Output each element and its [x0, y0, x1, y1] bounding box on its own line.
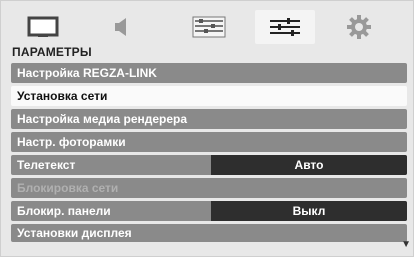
menu-item-label: Блокир. панели	[17, 204, 111, 218]
section-title: ПАРАМЕТРЫ	[12, 45, 92, 59]
picture-icon	[27, 16, 59, 37]
menu-item-panel-lock[interactable]: Блокир. панели Выкл	[11, 201, 407, 221]
menu-item-label: Настройка REGZA-LINK	[17, 66, 157, 80]
teletext-value[interactable]: Авто	[211, 155, 407, 175]
menu-item-teletext[interactable]: Телетекст Авто	[11, 155, 407, 175]
sound-icon	[115, 18, 126, 36]
menu-item-label: Блокировка сети	[17, 181, 119, 195]
preferences-icon	[192, 16, 226, 38]
menu-item-network-setup[interactable]: Установка сети	[11, 86, 407, 106]
menu-item-network-lock: Блокировка сети	[11, 178, 407, 198]
menu-tabs	[13, 7, 407, 47]
menu-item-photo-frame[interactable]: Настр. фоторамки	[11, 132, 407, 152]
menu-item-label: Установка сети	[17, 89, 108, 103]
menu-item-media-renderer[interactable]: Настройка медиа рендерера	[11, 109, 407, 129]
tab-setup[interactable]	[255, 10, 315, 44]
menu-item-label: Телетекст	[17, 158, 76, 172]
tab-picture[interactable]	[13, 10, 73, 44]
scroll-down-arrow-icon[interactable]: ▼	[401, 239, 411, 250]
menu-item-label: Установки дисплея	[17, 226, 132, 240]
tab-installation[interactable]	[329, 10, 389, 44]
tab-sound[interactable]	[91, 10, 151, 44]
menu-item-regza-link[interactable]: Настройка REGZA-LINK	[11, 63, 407, 83]
settings-menu: Настройка REGZA-LINK Установка сети Наст…	[11, 63, 407, 242]
gear-icon	[347, 15, 371, 39]
setup-sliders-icon	[270, 18, 300, 36]
settings-panel: ПАРАМЕТРЫ Настройка REGZA-LINK Установка…	[0, 0, 414, 257]
menu-item-label: Настр. фоторамки	[17, 135, 126, 149]
tab-preferences[interactable]	[179, 10, 239, 44]
menu-item-display-settings[interactable]: Установки дисплея	[11, 224, 407, 242]
panel-lock-value[interactable]: Выкл	[211, 201, 407, 221]
menu-item-label: Настройка медиа рендерера	[17, 112, 188, 126]
